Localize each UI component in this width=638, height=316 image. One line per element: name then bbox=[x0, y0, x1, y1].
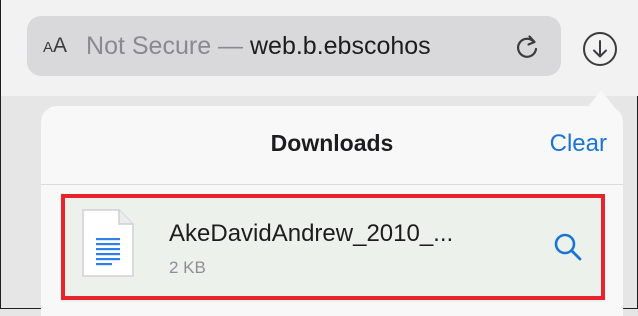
url-text[interactable]: Not Secure — web.b.ebscohos bbox=[86, 32, 484, 61]
divider bbox=[41, 184, 623, 185]
security-label: Not Secure — bbox=[86, 31, 250, 60]
url-domain: web.b.ebscohos bbox=[249, 31, 431, 60]
highlight-box bbox=[61, 194, 605, 300]
toolbar: AA Not Secure — web.b.ebscohos bbox=[1, 0, 638, 96]
browser-frame: AA Not Secure — web.b.ebscohos Downloads… bbox=[0, 0, 638, 316]
reload-icon[interactable] bbox=[511, 30, 543, 62]
downloads-icon[interactable] bbox=[581, 30, 619, 68]
text-size-button[interactable]: AA bbox=[43, 34, 67, 58]
address-bar[interactable]: AA Not Secure — web.b.ebscohos bbox=[27, 16, 561, 76]
popover-title: Downloads bbox=[270, 130, 394, 156]
clear-button[interactable]: Clear bbox=[550, 130, 607, 158]
